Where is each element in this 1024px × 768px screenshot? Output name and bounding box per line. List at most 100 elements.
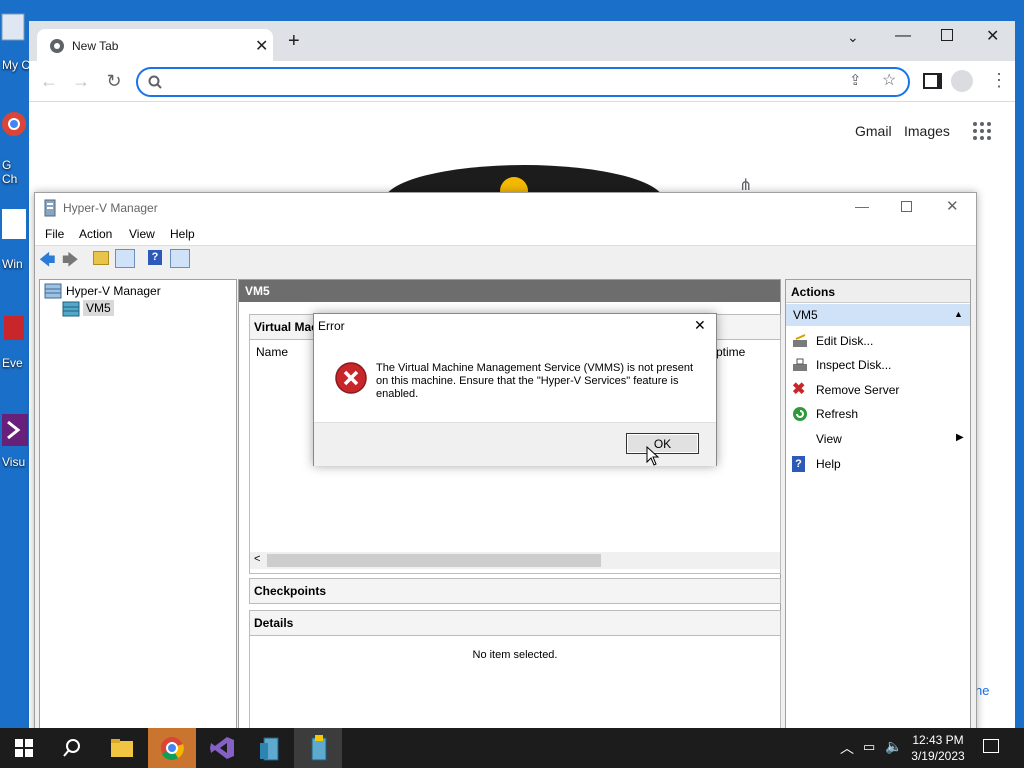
action-refresh[interactable]: Refresh: [786, 403, 970, 425]
help-icon: ?: [792, 456, 805, 472]
desktop-label-win: Win: [2, 257, 23, 271]
toolbar-up-folder-icon[interactable]: [93, 251, 109, 265]
server-tree-icon: [62, 301, 80, 317]
actions-group-vm5[interactable]: VM5 ▲: [786, 304, 970, 326]
taskbar: ︿ ▭ 🔈 12:43 PM 3/19/2023: [0, 728, 1024, 768]
details-section[interactable]: Details: [249, 610, 781, 636]
bookmark-star-icon[interactable]: ☆: [882, 70, 896, 90]
hyperv-close-icon[interactable]: ✕: [946, 197, 959, 215]
action-help[interactable]: ? Help: [786, 453, 970, 475]
error-icon: [335, 362, 367, 394]
collapse-arrow-icon[interactable]: ▲: [954, 309, 963, 319]
menu-view[interactable]: View: [129, 227, 155, 241]
volume-icon[interactable]: 🔈: [885, 738, 902, 755]
checkpoints-section-label: Checkpoints: [254, 584, 327, 598]
tree-pane: Hyper-V Manager VM5: [39, 279, 237, 735]
forward-icon[interactable]: →: [69, 69, 93, 93]
images-link[interactable]: Images: [904, 123, 950, 139]
chrome-toolbar: ← → ↻ ⇪ ☆ ⋮: [29, 61, 1015, 102]
windows-logo-icon: [15, 739, 33, 757]
tree-node-vm5[interactable]: VM5: [62, 300, 114, 317]
action-edit-disk[interactable]: Edit Disk...: [786, 330, 970, 352]
refresh-icon: [793, 407, 807, 421]
tree-root-label: Hyper-V Manager: [66, 284, 161, 298]
actions-group-label: VM5: [793, 308, 818, 322]
clock-time[interactable]: 12:43 PM: [903, 733, 973, 747]
chrome-shortcut-icon[interactable]: [0, 110, 28, 150]
tab-new-tab[interactable]: New Tab ✕: [37, 29, 273, 61]
side-panel-icon[interactable]: [923, 73, 942, 89]
dialog-close-icon[interactable]: ✕: [694, 317, 706, 334]
menu-kebab-icon[interactable]: ⋮: [990, 70, 1008, 91]
windows-shortcut-icon[interactable]: [0, 205, 28, 245]
hyperv-manager-tree-icon: [44, 283, 62, 299]
actions-pane: Actions VM5 ▲ Edit Disk... Inspect Disk.…: [785, 279, 971, 735]
google-doodle-image[interactable]: [379, 161, 669, 193]
mouse-cursor-icon: [646, 446, 660, 466]
action-inspect-disk[interactable]: Inspect Disk...: [786, 354, 970, 376]
taskbar-visual-studio[interactable]: [198, 728, 246, 768]
action-remove-server-label: Remove Server: [816, 383, 900, 397]
taskbar-chrome[interactable]: [148, 728, 196, 768]
folder-icon: [111, 739, 133, 757]
notification-icon[interactable]: [983, 739, 999, 753]
scroll-left-icon[interactable]: <: [254, 553, 260, 565]
start-button[interactable]: [0, 728, 48, 768]
menu-file[interactable]: File: [45, 227, 64, 241]
center-header-title: VM5: [245, 284, 270, 298]
menu-action[interactable]: Action: [79, 227, 112, 241]
action-refresh-label: Refresh: [816, 407, 859, 421]
column-name[interactable]: Name: [256, 345, 288, 359]
event-shortcut-icon[interactable]: [0, 310, 28, 350]
reload-icon[interactable]: ↻: [102, 69, 126, 93]
taskbar-hyperv-2[interactable]: [294, 728, 342, 768]
toolbar-show-tree-icon[interactable]: [115, 249, 135, 268]
virtual-machines-section-label: Virtual Mac: [254, 320, 318, 334]
address-bar[interactable]: ⇪ ☆: [136, 67, 910, 97]
clock-date[interactable]: 3/19/2023: [903, 749, 973, 763]
visual-studio-shortcut-icon[interactable]: [0, 410, 28, 450]
scroll-thumb[interactable]: [267, 554, 601, 567]
tray-chevron-icon[interactable]: ︿: [840, 738, 854, 758]
hyperv-maximize-icon[interactable]: [901, 201, 912, 212]
back-icon[interactable]: ←: [37, 69, 61, 93]
actions-header-label: Actions: [791, 285, 836, 299]
tab-search-icon[interactable]: ⌄: [847, 29, 859, 46]
action-edit-disk-label: Edit Disk...: [816, 334, 874, 348]
new-tab-icon[interactable]: +: [288, 31, 300, 51]
taskbar-file-explorer[interactable]: [98, 728, 146, 768]
apps-grid-icon[interactable]: [973, 122, 991, 140]
chrome-logo-icon: [161, 737, 184, 760]
close-window-icon[interactable]: ✕: [986, 26, 999, 46]
close-tab-icon[interactable]: ✕: [255, 36, 268, 56]
taskbar-hyperv-1[interactable]: [246, 728, 294, 768]
checkpoints-section[interactable]: Checkpoints: [249, 578, 781, 604]
gmail-link[interactable]: Gmail: [855, 123, 892, 139]
visual-studio-icon: [210, 737, 234, 759]
network-icon[interactable]: ▭: [863, 739, 875, 755]
hyperv-toolstrip: 🡄 🡆 ?: [35, 245, 976, 273]
share-icon[interactable]: ⇪: [849, 71, 862, 89]
action-remove-server[interactable]: ✖ Remove Server: [786, 379, 970, 401]
hyperv-minimize-icon[interactable]: —: [855, 198, 869, 214]
action-view-label: View: [816, 432, 842, 446]
inspect-disk-icon: [793, 358, 807, 371]
recycle-bin-icon[interactable]: [0, 10, 28, 50]
minimize-icon[interactable]: —: [895, 27, 911, 45]
toolbar-show-actions-icon[interactable]: [170, 249, 190, 268]
action-view[interactable]: View ▶: [786, 428, 970, 450]
maximize-icon[interactable]: [941, 29, 953, 41]
details-section-label: Details: [254, 616, 294, 630]
menu-help[interactable]: Help: [170, 227, 195, 241]
horizontal-scrollbar[interactable]: <: [250, 552, 780, 569]
profile-avatar[interactable]: [951, 70, 973, 92]
dialog-message: The Virtual Machine Management Service (…: [376, 362, 694, 400]
taskbar-search-button[interactable]: [48, 728, 96, 768]
desktop-label-recycle: My C: [2, 58, 30, 72]
chrome-favicon-icon: [50, 39, 64, 53]
toolbar-help-icon[interactable]: ?: [148, 250, 162, 265]
address-input[interactable]: [168, 72, 852, 94]
hyperv-menubar: File Action View Help: [35, 223, 976, 245]
ok-button[interactable]: OK: [626, 433, 699, 454]
column-uptime[interactable]: ptime: [716, 345, 745, 359]
